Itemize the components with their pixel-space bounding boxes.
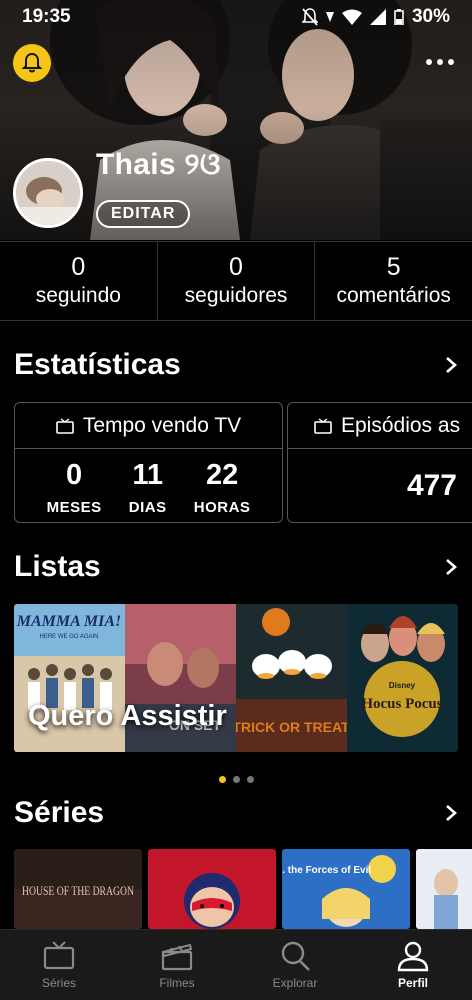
page-dot-active[interactable]	[218, 776, 226, 783]
location-icon	[325, 12, 334, 22]
bell-icon	[21, 52, 43, 73]
counter-label: seguindo	[35, 284, 121, 307]
nav-label: Séries	[41, 976, 76, 990]
comments-counter[interactable]: 5 comentários	[315, 242, 472, 320]
status-time: 19:35	[22, 6, 71, 27]
tv-icon	[43, 941, 75, 970]
nav-label: Perfil	[397, 976, 428, 990]
hours-stat: 22 HORAS	[193, 459, 251, 516]
bottom-navigation: Séries Filmes Explorar Perfil	[0, 929, 472, 1000]
more-options-button[interactable]	[422, 50, 458, 74]
lists-section-header[interactable]: Listas	[14, 550, 458, 584]
battery-icon	[394, 9, 404, 25]
series-section-header[interactable]: Séries	[14, 796, 458, 830]
poster-brand: Disney	[389, 681, 416, 690]
poster-title: MAMMA MIA!	[16, 613, 122, 630]
poster-title: TRICK OR TREAT	[236, 719, 347, 735]
poster-subtitle: HERE WE GO AGAIN	[39, 634, 98, 640]
counter-label: seguidores	[184, 284, 288, 307]
page-dot[interactable]	[232, 776, 240, 783]
series-item-house-of-the-dragon[interactable]: HOUSE OF THE DRAGON	[14, 849, 142, 929]
nav-label: Filmes	[159, 976, 195, 990]
days-stat: 11 DIAS	[128, 459, 167, 516]
section-title: Listas	[14, 550, 101, 583]
series-row: HOUSE OF THE DRAGON Star vs. the Forces …	[14, 849, 472, 929]
series-item-drama[interactable]	[416, 849, 472, 929]
counter-value: 5	[386, 253, 401, 281]
carousel-pagination	[0, 776, 472, 783]
series-title: Star vs. the Forces of Evil	[282, 865, 371, 876]
months-stat: 0 MESES	[46, 459, 102, 516]
series-title: HOUSE OF THE DRAGON	[22, 883, 134, 898]
poster-title: Hocus Pocus	[361, 696, 442, 712]
search-icon	[281, 941, 310, 971]
nav-movies[interactable]: Filmes	[118, 930, 236, 1000]
counter-label: comentários	[336, 284, 451, 307]
section-title: Séries	[14, 796, 105, 829]
counter-value: 0	[71, 253, 86, 281]
chevron-right-icon[interactable]	[444, 356, 458, 374]
nav-label: Explorar	[272, 976, 318, 990]
chevron-right-icon[interactable]	[444, 804, 458, 822]
poster-trick-or-treat: TRICK OR TREAT	[236, 604, 347, 752]
followers-counter[interactable]: 0 seguidores	[158, 242, 316, 320]
avatar-image	[16, 161, 80, 225]
episodes-value: 477	[406, 469, 457, 502]
section-title: Estatísticas	[14, 348, 181, 381]
battery-percent: 30%	[411, 6, 450, 27]
profile-name: Thais ୨ଓ	[96, 148, 221, 181]
wifi-icon	[341, 9, 362, 25]
page-dot[interactable]	[246, 776, 254, 783]
nav-series[interactable]: Séries	[0, 930, 118, 1000]
card-title: Episódios as	[341, 413, 461, 437]
tv-time-card[interactable]: Tempo vendo TV 0 MESES 11 DIAS 22 HORAS	[14, 402, 283, 523]
user-icon	[397, 941, 429, 972]
avatar[interactable]	[13, 158, 83, 228]
mute-icon	[301, 8, 318, 26]
stats-section-header[interactable]: Estatísticas	[14, 348, 458, 382]
clapperboard-icon	[161, 943, 193, 971]
series-item-miraculous[interactable]	[148, 849, 276, 929]
poster-hocus-pocus: Disney Hocus Pocus	[347, 604, 458, 752]
tv-icon	[314, 417, 332, 434]
nav-explore[interactable]: Explorar	[236, 930, 354, 1000]
edit-profile-button[interactable]: EDITAR	[96, 200, 191, 228]
profile-counters: 0 seguindo 0 seguidores 5 comentários	[0, 241, 472, 321]
counter-value: 0	[229, 253, 243, 281]
notifications-button[interactable]	[13, 44, 51, 82]
following-counter[interactable]: 0 seguindo	[0, 242, 158, 320]
series-item-star-vs-the-forces-of-evil[interactable]: Star vs. the Forces of Evil	[282, 849, 410, 929]
episodes-card[interactable]: Episódios as 477	[287, 402, 472, 523]
signal-icon	[369, 9, 386, 25]
list-name: Quero Assistir	[28, 700, 227, 732]
card-title: Tempo vendo TV	[82, 413, 242, 437]
nav-profile[interactable]: Perfil	[354, 930, 472, 1000]
chevron-right-icon[interactable]	[444, 558, 458, 576]
status-bar: 19:35 30%	[0, 0, 472, 34]
tv-icon	[56, 417, 74, 434]
more-dot-icon	[426, 59, 432, 65]
